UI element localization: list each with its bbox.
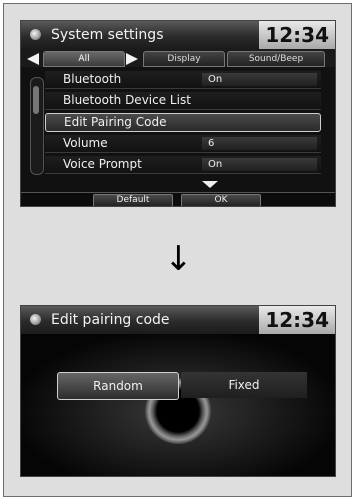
- row-label: Volume: [63, 136, 108, 150]
- bottom-bar: Default OK: [21, 192, 335, 206]
- random-button[interactable]: Random: [57, 372, 179, 400]
- row-value: On: [202, 158, 317, 171]
- arrow-icon: ↓: [164, 239, 193, 279]
- row-label: Voice Prompt: [63, 157, 142, 171]
- settings-list: Bluetooth On Bluetooth Device List Edit …: [45, 71, 321, 177]
- row-label: Bluetooth: [63, 72, 122, 86]
- down-caret-icon[interactable]: [202, 181, 218, 188]
- right-arrow-icon[interactable]: [126, 53, 138, 65]
- tab-display[interactable]: Display: [143, 51, 225, 67]
- screen-body: Random Fixed: [21, 334, 335, 476]
- tab-sound-beep[interactable]: Sound/Beep: [227, 51, 325, 67]
- left-arrow-icon[interactable]: [27, 53, 39, 65]
- list-item[interactable]: Voice Prompt On: [45, 156, 321, 174]
- edit-pairing-code-screen: Edit pairing code 12:34 Random Fixed: [20, 305, 336, 477]
- row-label: Edit Pairing Code: [64, 115, 167, 129]
- tab-row: All Display Sound/Beep: [21, 49, 335, 67]
- list-item[interactable]: Volume 6: [45, 135, 321, 153]
- system-settings-screen: System settings 12:34 All Display Sound/…: [20, 20, 336, 207]
- list-item[interactable]: Bluetooth Device List: [45, 92, 321, 110]
- default-button[interactable]: Default: [93, 194, 173, 206]
- tab-all[interactable]: All: [43, 51, 125, 67]
- page-title: Edit pairing code: [51, 312, 170, 328]
- list-item[interactable]: Bluetooth On: [45, 71, 321, 89]
- row-label: Bluetooth Device List: [63, 93, 191, 107]
- scrollbar-icon[interactable]: [30, 77, 44, 175]
- clock: 12:34: [265, 23, 329, 47]
- clock: 12:34: [265, 308, 329, 332]
- title-bar: Edit pairing code 12:34: [21, 306, 335, 335]
- row-value: On: [202, 73, 317, 86]
- page-title: System settings: [51, 27, 164, 43]
- settings-icon: [30, 314, 41, 325]
- settings-icon: [30, 29, 41, 40]
- row-value: 6: [202, 137, 317, 150]
- title-bar: System settings 12:34: [21, 21, 335, 50]
- ok-button[interactable]: OK: [181, 194, 261, 206]
- list-item-selected[interactable]: Edit Pairing Code: [45, 113, 321, 132]
- fixed-button[interactable]: Fixed: [181, 372, 307, 398]
